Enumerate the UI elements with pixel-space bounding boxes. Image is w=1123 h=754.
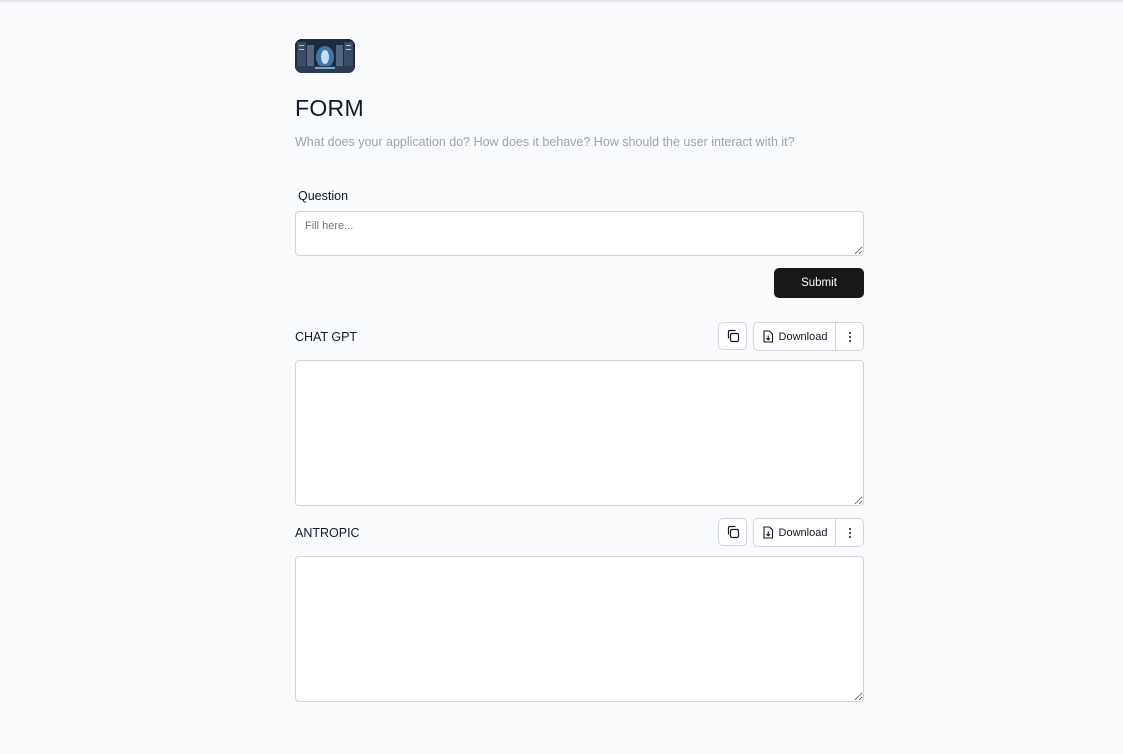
chatgpt-download-group: Download xyxy=(753,322,864,351)
chatgpt-more-button[interactable] xyxy=(836,323,863,350)
submit-button[interactable]: Submit xyxy=(774,268,864,298)
server-room-image xyxy=(295,39,355,73)
antropic-more-button[interactable] xyxy=(836,519,863,546)
chatgpt-label: CHAT GPT xyxy=(295,330,358,344)
antropic-download-button[interactable]: Download xyxy=(754,519,836,546)
more-vertical-icon xyxy=(848,331,851,342)
chatgpt-copy-button[interactable] xyxy=(718,322,747,350)
chatgpt-output[interactable] xyxy=(295,360,864,506)
download-label: Download xyxy=(778,330,828,343)
chatgpt-download-button[interactable]: Download xyxy=(754,323,836,350)
more-vertical-icon xyxy=(848,527,851,538)
copy-icon xyxy=(727,525,739,539)
question-input[interactable] xyxy=(295,211,864,256)
question-label: Question xyxy=(298,189,349,203)
antropic-output[interactable] xyxy=(295,556,864,702)
file-download-icon xyxy=(762,330,773,343)
antropic-copy-button[interactable] xyxy=(718,518,747,546)
file-download-icon xyxy=(762,526,773,539)
page-title: FORM xyxy=(295,95,364,121)
antropic-download-group: Download xyxy=(753,518,864,547)
copy-icon xyxy=(727,329,739,343)
antropic-label: ANTROPIC xyxy=(295,526,360,540)
form-page: FORM What does your application do? How … xyxy=(295,0,864,754)
page-description: What does your application do? How does … xyxy=(295,135,795,149)
download-label: Download xyxy=(778,526,828,539)
app-logo xyxy=(295,39,355,73)
